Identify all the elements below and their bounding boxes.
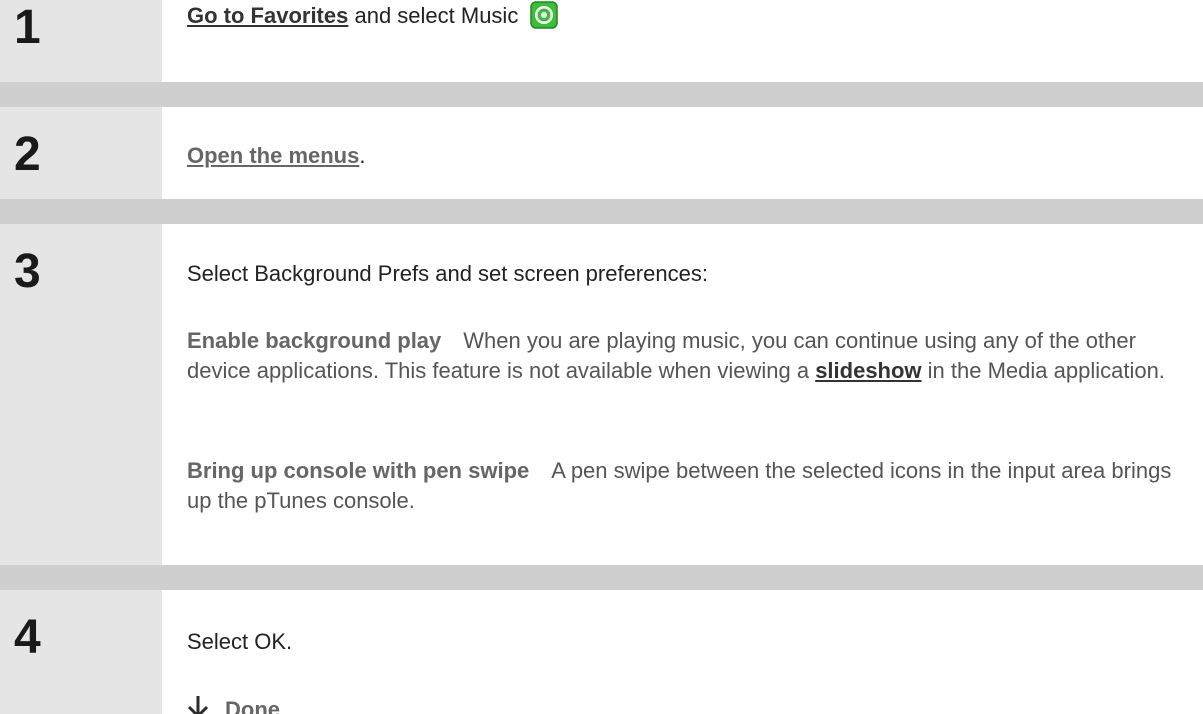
step-2-text: Open the menus.: [187, 141, 365, 171]
step-2: 2 Open the menus.: [0, 107, 1203, 199]
step-number-column: 1: [0, 0, 162, 82]
step-4-text: Select OK.: [187, 629, 293, 654]
step-separator: [0, 82, 1203, 107]
option-term: Enable background play: [187, 328, 442, 353]
done-label: Done: [225, 697, 280, 714]
go-to-favorites-link[interactable]: Go to Favorites: [187, 3, 348, 28]
step-separator: [0, 565, 1203, 590]
step-3: 3 Select Background Prefs and set screen…: [0, 224, 1203, 565]
step-number-column: 2: [0, 107, 162, 199]
step-number: 4: [14, 611, 41, 664]
step-1-text-after: and select Music: [348, 3, 519, 28]
open-the-menus-link[interactable]: Open the menus: [187, 143, 359, 168]
step-3-intro: Select Background Prefs and set screen p…: [187, 261, 708, 286]
option-console-pen-swipe: Bring up console with pen swipe A pen swi…: [187, 456, 1187, 516]
option-term: Bring up console with pen swipe: [187, 458, 530, 483]
instruction-page: 1 Go to Favorites and select Music 2 Ope…: [0, 0, 1203, 714]
option-enable-background-play: Enable background play When you are playi…: [187, 326, 1187, 386]
step-1: 1 Go to Favorites and select Music: [0, 0, 1203, 82]
step-separator: [0, 199, 1203, 224]
music-app-icon: [530, 1, 559, 29]
step-1-text: Go to Favorites and select Music: [187, 1, 559, 31]
step-content: Select OK. Done: [162, 590, 1203, 714]
done-marker: Done: [187, 695, 280, 714]
step-number-column: 3: [0, 224, 162, 565]
step-4: 4 Select OK. Done: [0, 590, 1203, 714]
step-2-text-after: .: [359, 143, 366, 168]
step-content: Open the menus.: [162, 107, 1203, 199]
slideshow-link[interactable]: slideshow: [815, 358, 921, 383]
step-content: Select Background Prefs and set screen p…: [162, 224, 1203, 565]
option-description-end: in the Media application.: [921, 358, 1165, 383]
step-number-column: 4: [0, 590, 162, 714]
step-number: 2: [14, 128, 41, 181]
step-number: 3: [14, 245, 41, 298]
down-arrow-icon: [187, 696, 209, 714]
step-number: 1: [14, 1, 41, 54]
step-content: Go to Favorites and select Music: [162, 0, 1203, 82]
